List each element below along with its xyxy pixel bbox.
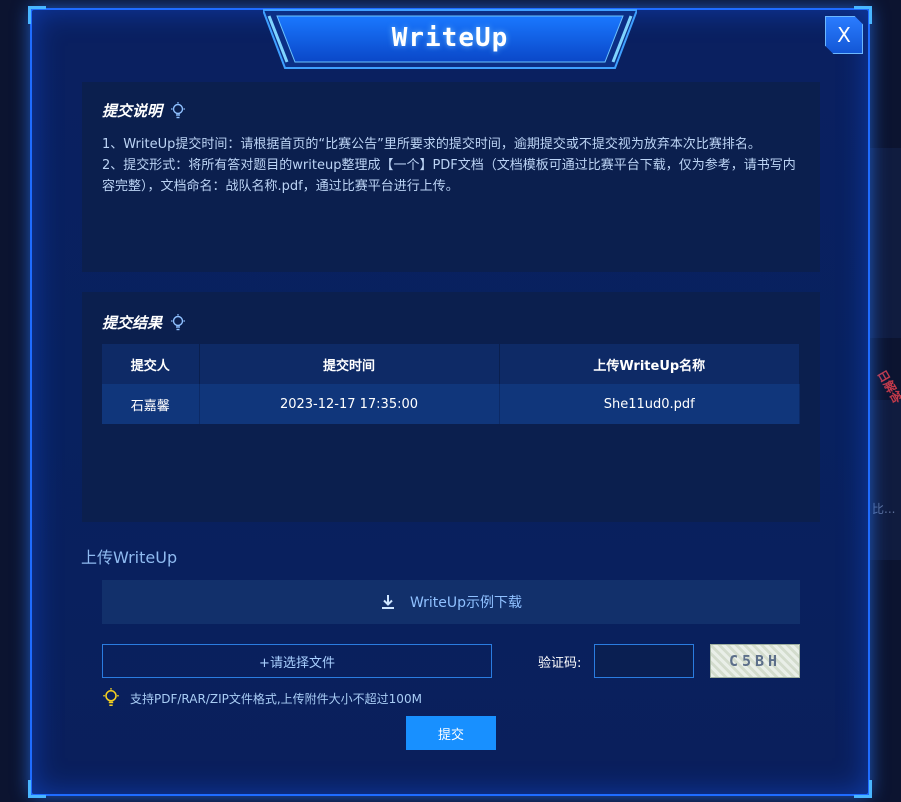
choose-file-button[interactable]: +请选择文件 xyxy=(102,644,492,678)
lightbulb-icon xyxy=(171,101,186,118)
captcha-image[interactable]: C5BH xyxy=(710,644,800,678)
download-template-button[interactable]: WriteUp示例下载 xyxy=(102,580,800,624)
corner-decoration xyxy=(28,780,46,798)
instruction-line-2: 2、提交形式：将所有答对题目的writeup整理成【一个】PDF文档（文档模板可… xyxy=(102,158,796,194)
column-header-filename: 上传WriteUp名称 xyxy=(499,344,800,384)
background-strip-top xyxy=(870,148,901,338)
results-title: 提交结果 xyxy=(102,312,186,333)
column-header-time: 提交时间 xyxy=(199,344,500,384)
corner-decoration xyxy=(854,780,872,798)
upload-section-title: 上传WriteUp xyxy=(81,548,178,567)
upload-hint-text: 支持PDF/RAR/ZIP文件格式,上传附件大小不超过100M xyxy=(130,691,422,706)
corner-decoration xyxy=(28,6,46,24)
instructions-text: 1、WriteUp提交时间：请根据首页的“比赛公告”里所要求的提交时间，逾期提交… xyxy=(102,134,802,197)
cell-time: 2023-12-17 17:35:00 xyxy=(199,384,500,424)
table-row: 石嘉馨 2023-12-17 17:35:00 She11ud0.pdf xyxy=(102,384,800,424)
instructions-panel: 提交说明 1、WriteUp提交时间：请根据首页的“比赛公告”里所要求的提交时间… xyxy=(82,82,820,272)
dialog-title-tab: WriteUp xyxy=(263,6,637,70)
submit-button[interactable]: 提交 xyxy=(406,716,496,750)
lightbulb-icon xyxy=(103,688,119,706)
close-button[interactable]: X xyxy=(825,16,863,54)
lightbulb-icon xyxy=(171,313,186,330)
cell-submitter: 石嘉馨 xyxy=(102,384,200,424)
column-header-submitter: 提交人 xyxy=(102,344,200,384)
background-side-text-2: 比... xyxy=(872,502,896,516)
captcha-label: 验证码: xyxy=(538,656,582,671)
instruction-line-1: 1、WriteUp提交时间：请根据首页的“比赛公告”里所要求的提交时间，逾期提交… xyxy=(102,137,761,152)
captcha-input[interactable] xyxy=(594,644,694,678)
instructions-title: 提交说明 xyxy=(102,100,186,121)
download-template-label: WriteUp示例下载 xyxy=(409,595,523,611)
results-table: 提交人 提交时间 上传WriteUp名称 石嘉馨 2023-12-17 17:3… xyxy=(102,344,800,424)
dialog-title: WriteUp xyxy=(391,23,509,53)
download-icon xyxy=(381,595,394,609)
background-strip-mid xyxy=(870,400,901,560)
results-panel: 提交结果 提交人 提交时间 上传WriteUp名称 石嘉馨 2023-12-17… xyxy=(82,292,820,522)
cell-filename[interactable]: She11ud0.pdf xyxy=(499,384,800,424)
table-header-row: 提交人 提交时间 上传WriteUp名称 xyxy=(102,344,800,384)
results-title-text: 提交结果 xyxy=(102,314,163,332)
upload-hint: 支持PDF/RAR/ZIP文件格式,上传附件大小不超过100M xyxy=(102,688,422,708)
instructions-title-text: 提交说明 xyxy=(102,102,163,120)
